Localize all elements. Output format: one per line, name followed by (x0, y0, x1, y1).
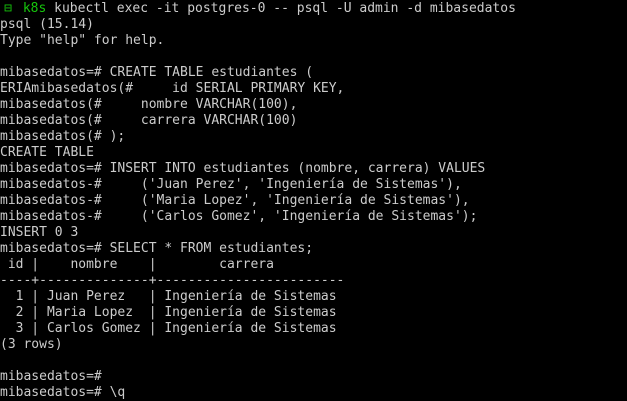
terminal-output-line: CREATE TABLE (0, 145, 94, 160)
terminal-output-line: mibasedatos-# ('Carlos Gomez', 'Ingenier… (0, 209, 478, 224)
kube-context-label: k8s (22, 1, 47, 16)
shell-command-text: kubectl exec -it postgres-0 -- psql -U a… (54, 1, 516, 16)
terminal-output-line: 3 | Carlos Gomez | Ingeniería de Sistema… (0, 321, 337, 336)
terminal-output-line: mibasedatos(# ); (0, 129, 126, 144)
terminal-output-line: (3 rows) (0, 337, 63, 352)
terminal-output-line: psql (15.14) (0, 17, 94, 32)
terminal-window[interactable]: ⊟ k8s kubectl exec -it postgres-0 -- psq… (0, 0, 627, 401)
terminal-output-line: id | nombre | carrera (0, 257, 274, 272)
terminal-output-line: mibasedatos=# CREATE TABLE estudiantes ( (0, 65, 314, 80)
terminal-prompt-icon: ⊟ (4, 1, 12, 16)
terminal-output-line: mibasedatos=# \q (0, 385, 126, 400)
terminal-output-line: mibasedatos=# SELECT * FROM estudiantes; (0, 241, 314, 256)
terminal-output-line: ----+--------------+--------------------… (0, 273, 345, 288)
terminal-output: psql (15.14) Type "help" for help. mibase… (0, 17, 627, 401)
terminal-output-line: mibasedatos=# INSERT INTO estudiantes (n… (0, 161, 486, 176)
terminal-output-line: mibasedatos-# ('Juan Perez', 'Ingeniería… (0, 177, 462, 192)
terminal-output-line: mibasedatos(# nombre VARCHAR(100), (0, 97, 298, 112)
terminal-output-line: Type "help" for help. (0, 33, 165, 48)
terminal-output-line: INSERT 0 3 (0, 225, 79, 240)
terminal-output-line: 1 | Juan Perez | Ingeniería de Sistemas (0, 289, 337, 304)
terminal-output-line: 2 | Maria Lopez | Ingeniería de Sistemas (0, 305, 337, 320)
terminal-output-line: mibasedatos=# (0, 369, 102, 384)
terminal-output-line: ERIAmibasedatos(# id SERIAL PRIMARY KEY, (0, 81, 345, 96)
terminal-output-line: mibasedatos-# ('Maria Lopez', 'Ingenierí… (0, 193, 470, 208)
shell-prompt-line: ⊟ k8s kubectl exec -it postgres-0 -- psq… (0, 1, 627, 17)
terminal-output-line: mibasedatos(# carrera VARCHAR(100) (0, 113, 298, 128)
